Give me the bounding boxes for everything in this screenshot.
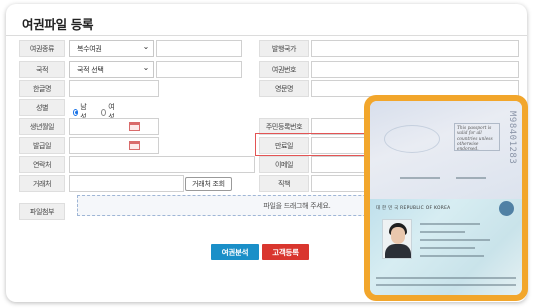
calendar-icon[interactable] <box>129 122 140 131</box>
passport-text-line <box>420 223 480 225</box>
birth-input[interactable] <box>69 118 159 135</box>
gender-label: 성별 <box>19 99 65 116</box>
nationality-select[interactable]: 국적 선택 ⌄ <box>69 61 154 78</box>
passport-no-label: 여권번호 <box>259 61 309 78</box>
client-search-button[interactable]: 거래처 조회 <box>185 177 232 191</box>
passport-image-frame: This passport is valid for all countries… <box>364 95 528 301</box>
client-input[interactable] <box>69 175 184 192</box>
passport-text-line <box>420 239 490 241</box>
client-label: 거래처 <box>19 175 65 192</box>
radio-female[interactable] <box>101 108 107 116</box>
analyze-passport-button[interactable]: 여권분석 <box>211 244 259 260</box>
issue-date-label: 발급일 <box>19 137 65 154</box>
contact-label: 연락처 <box>19 156 65 173</box>
nationality-value: 국적 선택 <box>77 65 104 74</box>
birth-label: 생년월일 <box>19 118 65 135</box>
passport-emblem-icon <box>499 201 514 216</box>
signature-line <box>456 177 486 179</box>
korean-name-input[interactable] <box>69 80 159 97</box>
passport-type-value: 복수여권 <box>77 44 102 53</box>
korean-name-label: 한글명 <box>19 80 65 97</box>
calendar-icon[interactable] <box>129 141 140 150</box>
issuing-country-input[interactable] <box>311 40 519 57</box>
passport-header: 대 한 민 국 REPUBLIC OF KOREA <box>376 206 451 211</box>
passport-photo <box>382 219 412 259</box>
nationality-label: 국적 <box>19 61 65 78</box>
photo-body <box>385 244 411 258</box>
signature-line <box>400 177 440 179</box>
passport-mrz-line-1 <box>376 277 516 279</box>
passport-type-select[interactable]: 복수여권 ⌄ <box>69 40 154 57</box>
position-label: 직책 <box>259 175 309 192</box>
radio-male[interactable] <box>73 108 79 116</box>
issuing-country-label: 발행국가 <box>259 40 309 57</box>
email-label: 이메일 <box>259 156 309 173</box>
passport-text-line <box>420 255 484 257</box>
passport-text-line <box>420 231 465 233</box>
page-title: 여권파일 등록 <box>22 17 94 32</box>
file-attach-label: 파일첨부 <box>19 203 65 220</box>
passport-serial: M98401283 <box>507 111 517 165</box>
english-name-label: 영문명 <box>259 80 309 97</box>
passport-watermark <box>384 125 440 153</box>
passport-mrz-line-2 <box>376 284 516 286</box>
passport-type-label: 여권종류 <box>19 40 65 57</box>
nationality-extra-input[interactable] <box>156 61 242 78</box>
register-customer-button[interactable]: 고객등록 <box>262 244 309 260</box>
passport-type-extra-input[interactable] <box>156 40 242 57</box>
chevron-down-icon: ⌄ <box>142 42 150 51</box>
photo-face <box>391 227 405 244</box>
expiry-highlight-box <box>255 133 375 156</box>
passport-visa-page: This passport is valid for all countries… <box>370 101 522 199</box>
issue-date-input[interactable] <box>69 137 159 154</box>
passport-validity-stamp: This passport is valid for all countries… <box>454 123 500 152</box>
title-divider <box>6 35 527 36</box>
passport-text-line <box>420 247 475 249</box>
passport-no-input[interactable] <box>311 61 519 78</box>
passport-image: This passport is valid for all countries… <box>370 101 522 295</box>
contact-input[interactable] <box>69 156 255 173</box>
chevron-down-icon: ⌄ <box>142 63 150 72</box>
